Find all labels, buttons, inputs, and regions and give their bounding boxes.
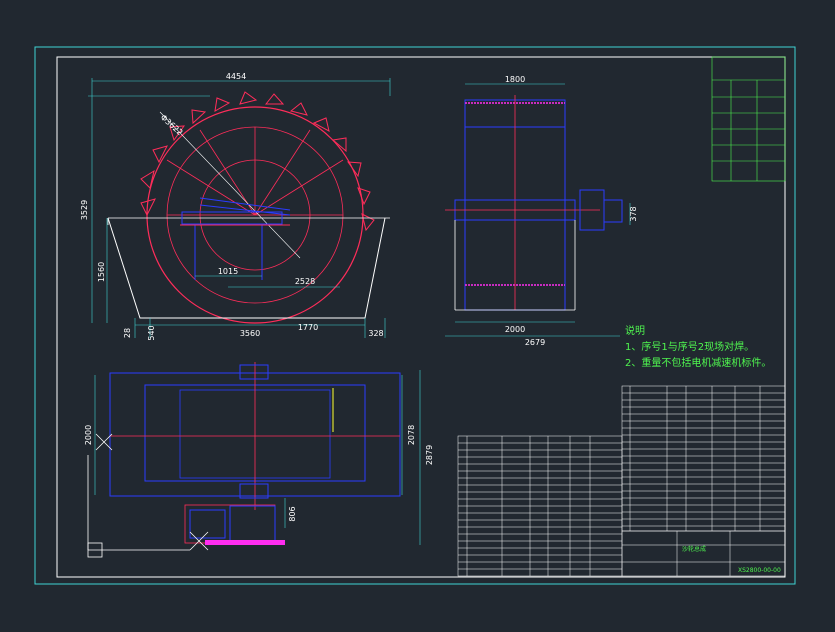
spec-table xyxy=(711,56,786,182)
side-dim-top: 1800 xyxy=(505,75,525,84)
notes-line2: 2、重量不包括电机减速机标件。 xyxy=(625,356,771,369)
notes-title: 说明 xyxy=(625,324,645,337)
front-dim-height: 3529 xyxy=(80,200,89,220)
title-block-name: 沙轮总成 xyxy=(682,545,706,553)
plan-view: 2000 2078 2879 806 xyxy=(84,362,434,558)
front-dim-radius: 2528 xyxy=(295,277,315,286)
notes-line1: 1、序号1与序号2现场对焊。 xyxy=(625,340,754,353)
parts-list-left xyxy=(457,435,623,577)
outer-border xyxy=(34,46,796,585)
front-dim-water: 1560 xyxy=(97,262,106,282)
plan-dim-left: 2000 xyxy=(84,425,93,445)
plan-dim-bottom: 806 xyxy=(288,506,297,521)
side-dim-bottom-inner: 2000 xyxy=(505,325,525,334)
front-dim-center: 1015 xyxy=(218,267,238,276)
front-dim-top: 4454 xyxy=(226,72,246,81)
side-view: 1800 378 2000 2679 xyxy=(445,75,638,347)
front-dim-base-small: 540 xyxy=(147,325,156,340)
side-dim-bottom-outer: 2679 xyxy=(525,338,545,347)
front-dim-base-inner: 1770 xyxy=(298,323,318,332)
front-view: 4454 3529 1560 Φ3622 1015 2528 28 540 35… xyxy=(80,72,391,341)
title-block-code: XS2800-00-00 xyxy=(738,567,781,574)
front-dim-base-right: 328 xyxy=(368,329,383,338)
notes: 说明 1、序号1与序号2现场对焊。 2、重量不包括电机减速机标件。 xyxy=(625,324,771,369)
inner-frame xyxy=(56,56,786,578)
side-dim-side: 378 xyxy=(629,206,638,221)
cad-drawing: 4454 3529 1560 Φ3622 1015 2528 28 540 35… xyxy=(34,46,796,585)
front-dim-base-width: 3560 xyxy=(240,329,260,338)
front-dim-base-left: 28 xyxy=(123,328,132,338)
parts-list-right xyxy=(621,385,786,532)
plan-dim-right-inner: 2078 xyxy=(407,425,416,445)
plan-dim-right-outer: 2879 xyxy=(425,445,434,465)
